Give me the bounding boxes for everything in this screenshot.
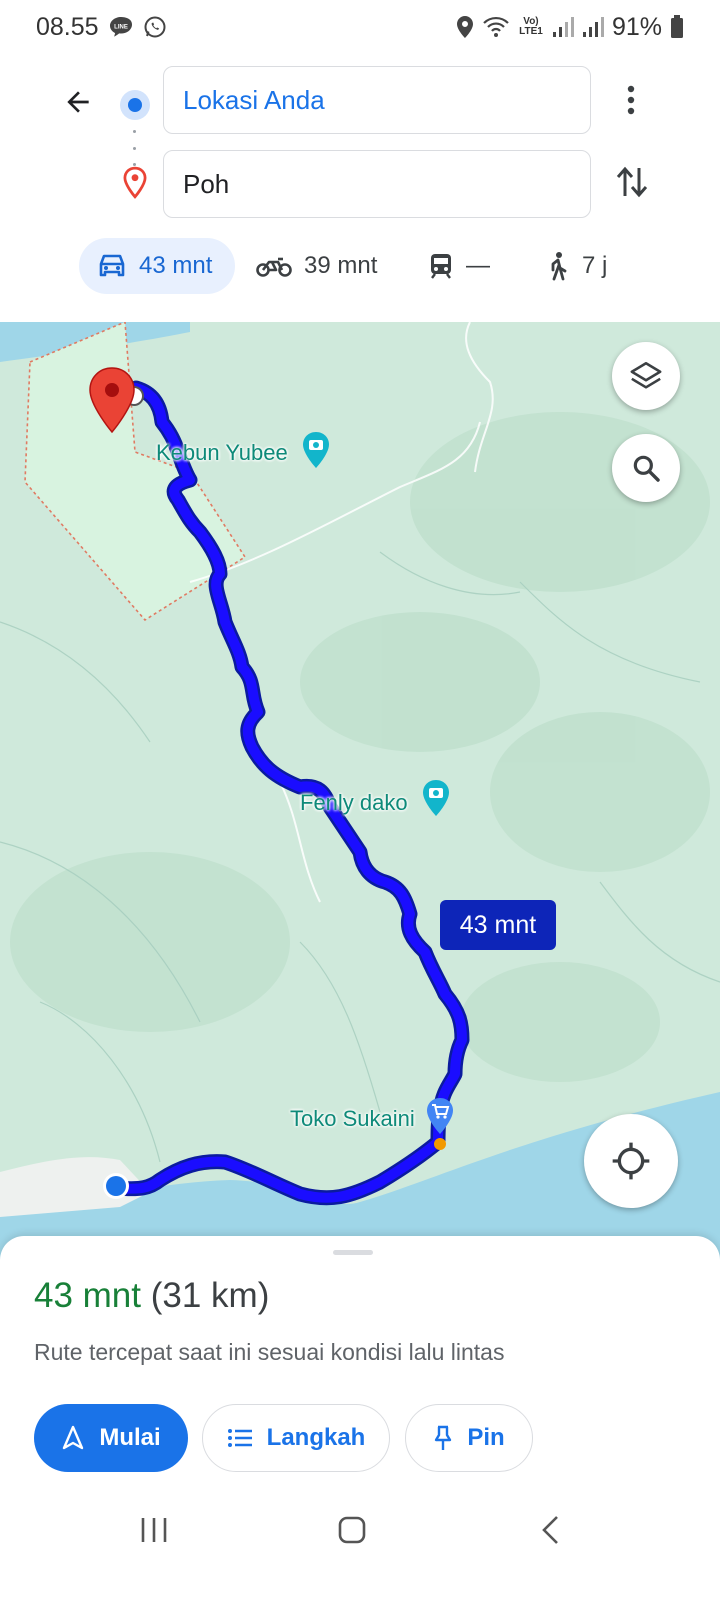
more-vert-icon <box>627 85 635 115</box>
location-status-icon <box>456 15 474 39</box>
battery-icon <box>670 15 684 39</box>
battery-percent: 91% <box>611 12 662 41</box>
travel-mode-tabs: 43 mnt 39 mnt — 7 j <box>0 238 720 294</box>
crosshair-icon <box>612 1142 650 1180</box>
motorcycle-icon <box>256 257 292 277</box>
back-button[interactable] <box>56 80 100 124</box>
search-icon <box>633 455 660 482</box>
tab-transit-label: — <box>466 252 490 279</box>
pin-button-label: Pin <box>467 1424 505 1451</box>
status-bar: 08.55 LINE Vo) LTE1 91% <box>0 0 720 54</box>
car-icon <box>99 254 125 277</box>
camera-poi-icon[interactable] <box>300 430 332 470</box>
lte-label: Vo) LTE1 <box>519 16 543 37</box>
shopping-cart-poi-icon[interactable] <box>424 1096 456 1136</box>
tab-walking-label: 7 j <box>582 252 608 279</box>
start-button-label: Mulai <box>99 1424 161 1451</box>
directions-header: Lokasi Anda Poh 43 mnt 39 mnt — 7 j <box>0 54 720 324</box>
home-icon <box>338 1516 366 1544</box>
route-connector <box>132 130 136 166</box>
camera-poi-icon[interactable] <box>420 778 452 818</box>
layers-button[interactable] <box>612 342 680 410</box>
status-time: 08.55 <box>36 12 99 41</box>
whatsapp-icon <box>143 15 167 39</box>
wifi-icon <box>482 16 510 38</box>
steps-button-label: Langkah <box>266 1424 366 1451</box>
signal-2-icon <box>582 16 604 38</box>
tab-motorcycle-label: 39 mnt <box>304 252 378 279</box>
origin-dot-icon <box>120 90 150 120</box>
pin-icon <box>435 1425 452 1450</box>
route-distance: (31 km) <box>150 1276 270 1315</box>
walk-icon <box>551 252 567 281</box>
line-app-icon: LINE <box>109 16 133 38</box>
swap-locations-button[interactable] <box>610 158 654 206</box>
route-duration-tag[interactable]: 43 mnt <box>440 900 556 950</box>
navigation-arrow-icon <box>63 1425 84 1450</box>
route-duration: 43 mnt <box>34 1276 141 1315</box>
chevron-left-icon <box>542 1516 558 1544</box>
place-label-kebun-yubee[interactable]: Kebun Yubee <box>156 440 288 466</box>
route-description: Rute tercepat saat ini sesuai kondisi la… <box>34 1339 505 1365</box>
destination-input[interactable]: Poh <box>163 150 591 218</box>
steps-button[interactable]: Langkah <box>202 1404 390 1472</box>
route-summary: 43 mnt (31 km) <box>34 1276 269 1316</box>
recent-apps-button[interactable] <box>124 1508 184 1552</box>
tab-driving-label: 43 mnt <box>139 252 213 279</box>
start-navigation-button[interactable]: Mulai <box>34 1404 188 1472</box>
tab-walking[interactable]: 7 j <box>544 238 607 294</box>
tab-driving[interactable]: 43 mnt <box>79 238 235 294</box>
place-label-fenly-dako[interactable]: Fenly dako <box>300 790 408 816</box>
train-icon <box>431 254 451 279</box>
system-navigation-bar <box>0 1490 720 1570</box>
map-view[interactable]: Kebun Yubee Fenly dako Toko Sukaini 43 m… <box>0 322 720 1262</box>
list-icon <box>227 1429 252 1447</box>
layers-icon <box>630 361 662 389</box>
recent-apps-icon <box>141 1518 167 1542</box>
my-location-button[interactable] <box>584 1114 678 1208</box>
svg-text:LINE: LINE <box>114 25 128 31</box>
swap-vert-icon <box>616 166 648 198</box>
tab-motorcycle[interactable]: 39 mnt <box>256 238 377 294</box>
system-back-button[interactable] <box>520 1508 580 1552</box>
home-button[interactable] <box>322 1508 382 1552</box>
origin-text: Lokasi Anda <box>183 84 325 115</box>
more-options-button[interactable] <box>616 78 646 122</box>
origin-input[interactable]: Lokasi Anda <box>163 66 591 134</box>
destination-pin-icon <box>123 166 147 199</box>
destination-text: Poh <box>183 168 230 199</box>
arrow-back-icon <box>67 91 89 113</box>
sheet-drag-handle[interactable] <box>333 1250 373 1255</box>
signal-icon <box>552 16 574 38</box>
tab-transit[interactable]: — <box>428 238 490 294</box>
place-label-toko-sukaini[interactable]: Toko Sukaini <box>290 1106 415 1132</box>
search-along-route-button[interactable] <box>612 434 680 502</box>
pin-button[interactable]: Pin <box>405 1404 533 1472</box>
